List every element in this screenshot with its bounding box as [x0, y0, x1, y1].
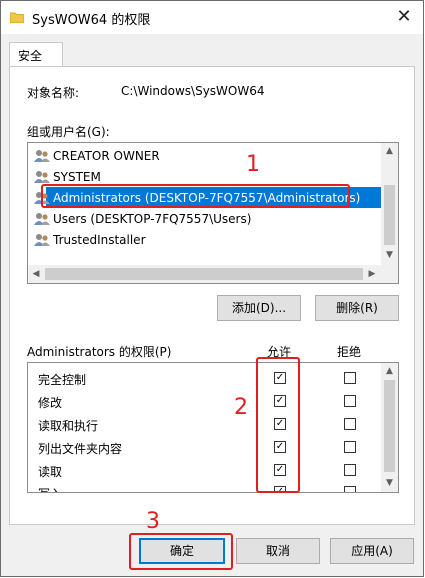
users-icon — [34, 212, 50, 226]
users-icon — [34, 149, 50, 163]
list-item[interactable]: CREATOR OWNER — [34, 146, 160, 166]
groups-label: 组或用户名(G): — [27, 125, 110, 139]
deny-checkbox[interactable] — [344, 486, 356, 492]
horizontal-scrollbar[interactable]: ◀ ▶ — [28, 265, 398, 283]
permission-name: 读取 — [38, 465, 63, 479]
users-icon — [34, 233, 50, 247]
annotation-number-1: 1 — [246, 152, 260, 177]
permissions-list: 完全控制 修改 读取和执行 列出文件夹内容 读取 写入 ✓ ✓ ✓ ✓ ✓ ✓ … — [27, 362, 399, 493]
deny-checkbox[interactable] — [344, 464, 356, 476]
deny-checkbox[interactable] — [344, 441, 356, 453]
deny-checkbox[interactable] — [344, 395, 356, 407]
annotation-box-1 — [41, 184, 350, 208]
users-icon — [34, 170, 50, 184]
scroll-right-icon[interactable]: ▶ — [364, 266, 380, 282]
annotation-number-2: 2 — [234, 395, 248, 420]
list-item[interactable]: TrustedInstaller — [34, 230, 146, 250]
vertical-scrollbar[interactable]: ▲ ▼ — [381, 143, 398, 265]
object-name-value: C:\Windows\SysWOW64 — [121, 84, 265, 98]
permission-name: 修改 — [38, 396, 63, 410]
annotation-number-3: 3 — [146, 509, 160, 534]
remove-button[interactable]: 删除(R) — [315, 295, 399, 321]
list-item-label: SYSTEM — [53, 170, 101, 184]
scroll-down-icon[interactable]: ▼ — [381, 475, 398, 491]
permission-name: 完全控制 — [38, 373, 87, 387]
scroll-down-icon[interactable]: ▼ — [381, 247, 398, 263]
permissions-label: Administrators 的权限(P) — [27, 345, 172, 359]
scroll-thumb-horizontal[interactable] — [45, 268, 363, 280]
annotation-box-2 — [256, 357, 300, 493]
cancel-button[interactable]: 取消 — [236, 538, 320, 564]
folder-icon — [9, 11, 25, 24]
list-item-label: Users (DESKTOP-7FQ7557\Users) — [53, 212, 252, 226]
scroll-up-icon[interactable]: ▲ — [381, 143, 398, 159]
scroll-thumb[interactable] — [384, 185, 395, 245]
close-button[interactable]: ✕ — [392, 6, 416, 28]
list-item-label: TrustedInstaller — [53, 233, 146, 247]
tab-security[interactable]: 安全 — [9, 42, 63, 67]
object-name-label: 对象名称: — [27, 86, 80, 100]
scroll-thumb[interactable] — [384, 380, 395, 472]
permission-name: 写入 — [38, 485, 62, 492]
permission-name: 读取和执行 — [38, 419, 99, 433]
annotation-box-3 — [129, 533, 233, 570]
permission-name: 列出文件夹内容 — [38, 442, 123, 456]
vertical-scrollbar[interactable]: ▲ ▼ — [381, 363, 398, 492]
add-button[interactable]: 添加(D)... — [217, 295, 301, 321]
scroll-left-icon[interactable]: ◀ — [28, 266, 44, 282]
window-title: SysWOW64 的权限 — [32, 13, 151, 28]
deny-checkbox[interactable] — [344, 418, 356, 430]
scroll-up-icon[interactable]: ▲ — [381, 363, 398, 379]
list-item-label: CREATOR OWNER — [53, 149, 160, 163]
deny-header: 拒绝 — [337, 345, 362, 359]
deny-checkbox[interactable] — [344, 372, 356, 384]
apply-button[interactable]: 应用(A) — [330, 538, 414, 564]
list-item[interactable]: Users (DESKTOP-7FQ7557\Users) — [34, 209, 251, 229]
user-list[interactable]: CREATOR OWNER SYSTEM Administrators (DES… — [27, 142, 399, 284]
